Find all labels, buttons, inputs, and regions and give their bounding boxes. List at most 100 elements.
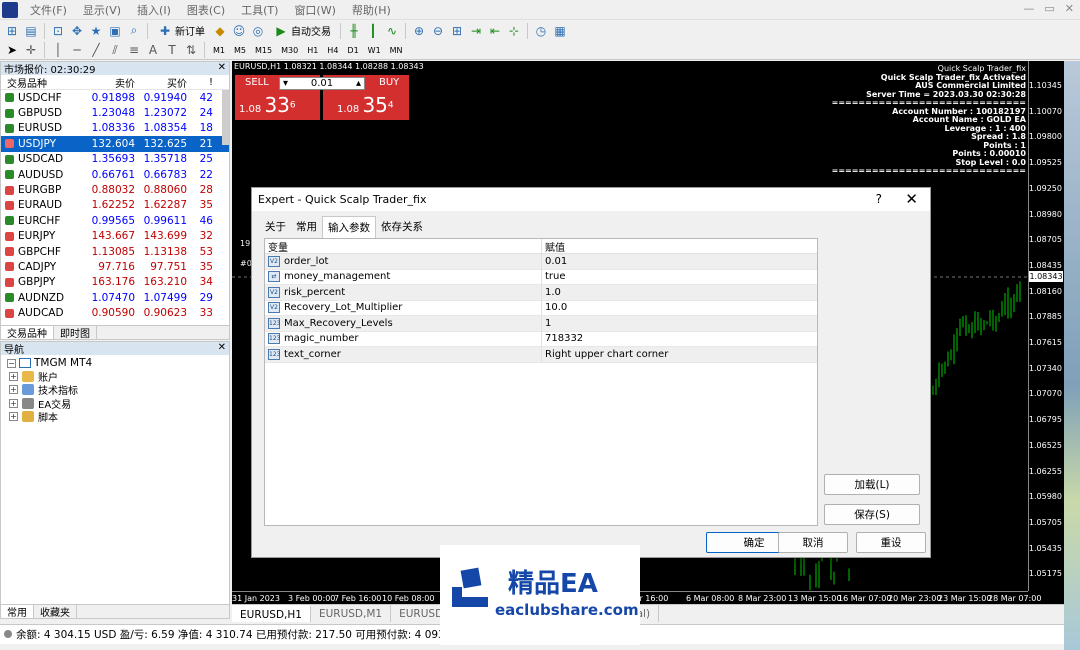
param-value[interactable]: 718332 [542, 333, 583, 344]
nav-item-expert-advisors[interactable]: + EA交易 [1, 396, 229, 411]
menu-help[interactable]: 帮助(H) [344, 2, 399, 18]
new-order-button[interactable]: ✚ 新订单 [153, 22, 209, 40]
tester-icon[interactable]: ⌕ [126, 23, 142, 39]
timeframe-h4[interactable]: H4 [324, 46, 341, 55]
line-chart-icon[interactable]: ∿ [384, 23, 400, 39]
metaeditor-icon[interactable]: ◆ [212, 23, 228, 39]
param-row[interactable]: 123 magic_number 718332 [265, 331, 817, 347]
param-row[interactable]: V2 Recovery_Lot_Multiplier 10.0 [265, 300, 817, 316]
chart-shift-icon[interactable]: ⇤ [487, 23, 503, 39]
channel-icon[interactable]: ⫽ [107, 42, 123, 58]
chart-tab[interactable]: EURUSD,H1 [232, 605, 311, 622]
cancel-button[interactable]: 取消 [778, 532, 848, 553]
market-watch-row[interactable]: GBPUSD 1.23048 1.23072 24 [1, 105, 229, 120]
community-icon[interactable]: ☺ [231, 23, 247, 39]
menu-tools[interactable]: 工具(T) [233, 2, 286, 18]
trendline-icon[interactable]: ╱ [88, 42, 104, 58]
indicators-icon[interactable]: ⊹ [506, 23, 522, 39]
market-watch-row[interactable]: AUDUSD 0.66761 0.66783 22 [1, 167, 229, 182]
restore-icon[interactable]: ▭ [1044, 2, 1054, 15]
market-watch-row[interactable]: EURJPY 143.667 143.699 32 [1, 229, 229, 244]
help-icon[interactable]: ? [876, 192, 882, 206]
col-symbol[interactable]: 交易品种 [1, 75, 89, 90]
market-watch-row[interactable]: AUDNZD 1.07470 1.07499 29 [1, 290, 229, 305]
timeframe-m5[interactable]: M5 [231, 46, 249, 55]
market-watch-row[interactable]: GBPJPY 163.176 163.210 34 [1, 275, 229, 290]
market-watch-row[interactable]: GBPCHF 1.13085 1.13138 53 [1, 244, 229, 259]
param-value[interactable]: 1.0 [542, 287, 561, 298]
nav-item-accounts[interactable]: + 账户 [1, 369, 229, 384]
tab-inputs[interactable]: 输入参数 [322, 216, 376, 238]
param-row[interactable]: 123 text_corner Right upper chart corner [265, 346, 817, 363]
param-row[interactable]: V2 risk_percent 1.0 [265, 284, 817, 301]
navigator-root[interactable]: − TMGM MT4 [1, 355, 229, 369]
vertical-line-icon[interactable]: │ [50, 42, 66, 58]
lot-value[interactable]: 0.01 [311, 78, 333, 89]
tile-windows-icon[interactable]: ⊞ [449, 23, 465, 39]
timeframe-d1[interactable]: D1 [344, 46, 361, 55]
close-icon[interactable]: ✕ [218, 62, 226, 73]
tab-common[interactable]: 常用 [291, 216, 322, 238]
param-value[interactable]: 1 [542, 318, 551, 329]
profiles-icon[interactable]: ▤ [23, 23, 39, 39]
lot-size-input[interactable]: ▾ 0.01 ▴ [279, 77, 365, 90]
menu-file[interactable]: 文件(F) [22, 2, 75, 18]
templates-icon[interactable]: ▦ [552, 23, 568, 39]
menu-charts[interactable]: 图表(C) [179, 2, 233, 18]
reset-button[interactable]: 重设 [856, 532, 926, 553]
label-icon[interactable]: T [164, 42, 180, 58]
nav-item-indicators[interactable]: + 技术指标 [1, 383, 229, 397]
tab-tick-chart[interactable]: 即时图 [54, 326, 97, 340]
auto-scroll-icon[interactable]: ⇥ [468, 23, 484, 39]
market-watch-icon[interactable]: ⊡ [50, 23, 66, 39]
new-chart-icon[interactable]: ⊞ [4, 23, 20, 39]
expand-icon[interactable]: + [9, 371, 18, 381]
expand-icon[interactable]: + [9, 398, 18, 408]
param-row[interactable]: V2 order_lot 0.01 [265, 253, 817, 270]
param-value[interactable]: 10.0 [542, 302, 567, 313]
tab-dependencies[interactable]: 依存关系 [376, 216, 428, 238]
menu-insert[interactable]: 插入(I) [129, 2, 179, 18]
zoom-in-icon[interactable]: ⊕ [411, 23, 427, 39]
text-icon[interactable]: A [145, 42, 161, 58]
fibonacci-icon[interactable]: ≡ [126, 42, 142, 58]
param-row[interactable]: 123 Max_Recovery_Levels 1 [265, 315, 817, 332]
menu-window[interactable]: 窗口(W) [286, 2, 343, 18]
timeframe-m30[interactable]: M30 [278, 46, 301, 55]
market-watch-row[interactable]: USDCAD 1.35693 1.35718 25 [1, 152, 229, 167]
col-value[interactable]: 赋值 [542, 239, 565, 254]
periods-icon[interactable]: ◷ [533, 23, 549, 39]
nav-item-scripts[interactable]: + 脚本 [1, 410, 229, 424]
tab-favorites[interactable]: 收藏夹 [34, 605, 77, 619]
param-value[interactable]: 0.01 [542, 256, 567, 267]
close-icon[interactable]: ✕ [905, 190, 918, 208]
auto-trading-button[interactable]: ▶ 自动交易 [269, 22, 335, 40]
close-icon[interactable]: ✕ [218, 342, 226, 353]
expand-icon[interactable]: + [9, 385, 18, 395]
crosshair-icon[interactable]: ✛ [23, 42, 39, 58]
market-watch-row[interactable]: AUDCAD 0.90590 0.90623 33 [1, 305, 229, 320]
zoom-out-icon[interactable]: ⊖ [430, 23, 446, 39]
market-watch-row[interactable]: USDJPY 132.604 132.625 21 [1, 136, 229, 152]
param-value[interactable]: Right upper chart corner [542, 349, 668, 360]
market-watch-row[interactable]: USDCHF 0.91898 0.91940 42 [1, 90, 229, 105]
col-bid[interactable]: 卖价 [89, 75, 135, 90]
horizontal-line-icon[interactable]: ─ [69, 42, 85, 58]
save-button[interactable]: 保存(S) [824, 504, 920, 525]
col-spread[interactable]: ! [187, 77, 215, 88]
market-watch-row[interactable]: EURAUD 1.62252 1.62287 35 [1, 198, 229, 213]
param-row[interactable]: ⇄ money_management true [265, 269, 817, 285]
expand-icon[interactable]: + [9, 412, 18, 422]
navigator-icon[interactable]: ★ [88, 23, 104, 39]
lot-up-icon[interactable]: ▴ [356, 78, 361, 89]
col-variable[interactable]: 变量 [265, 238, 542, 254]
market-watch-row[interactable]: CADJPY 97.716 97.751 35 [1, 259, 229, 274]
data-window-icon[interactable]: ✥ [69, 23, 85, 39]
tab-symbols[interactable]: 交易品种 [1, 326, 54, 340]
candle-chart-icon[interactable]: ┃ [365, 23, 381, 39]
market-watch-row[interactable]: EURUSD 1.08336 1.08354 18 [1, 121, 229, 136]
timeframe-m15[interactable]: M15 [252, 46, 275, 55]
market-watch-row[interactable]: EURCHF 0.99565 0.99611 46 [1, 213, 229, 228]
terminal-icon[interactable]: ▣ [107, 23, 123, 39]
timeframe-m1[interactable]: M1 [210, 46, 228, 55]
